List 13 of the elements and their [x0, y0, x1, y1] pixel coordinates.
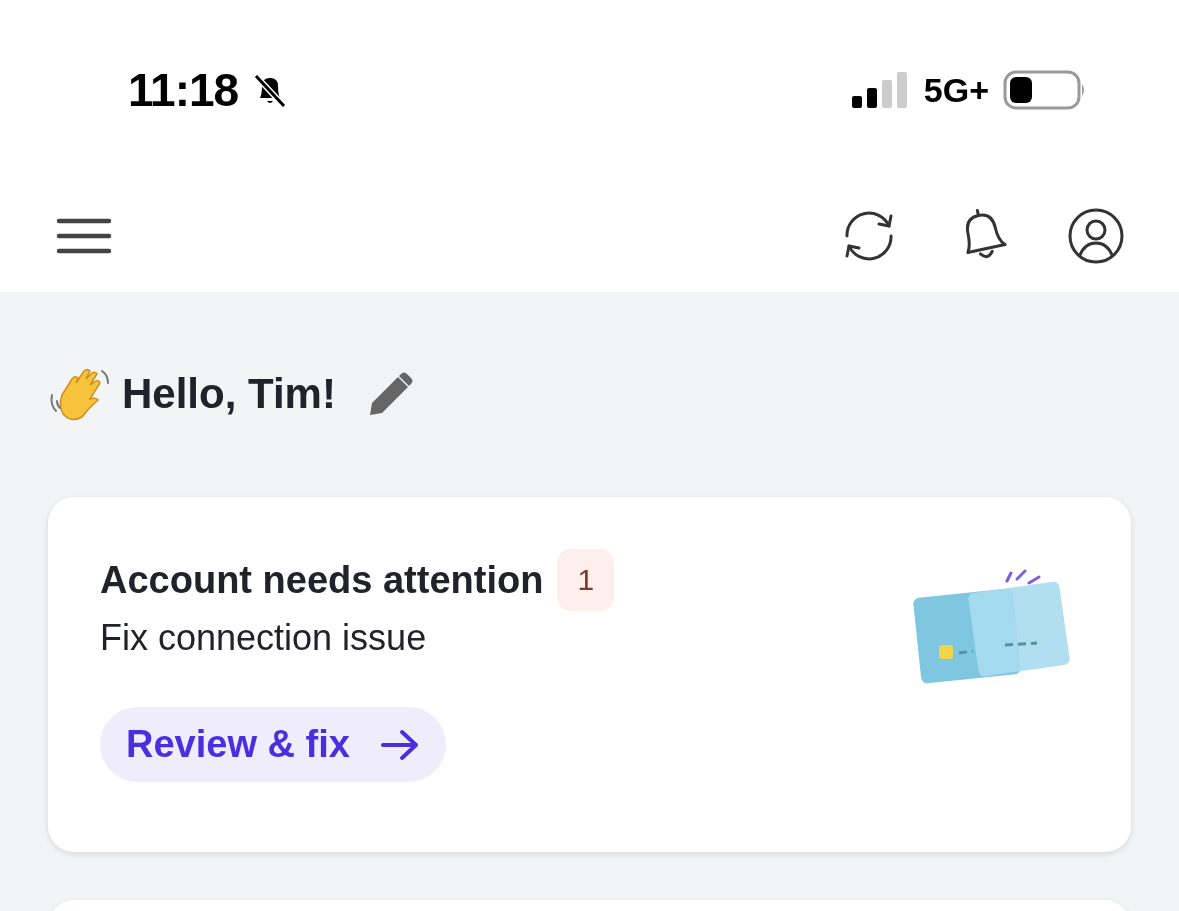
battery-icon — [1003, 70, 1087, 110]
status-time: 11:18 — [128, 63, 239, 117]
menu-icon[interactable] — [56, 217, 112, 255]
card-title: Account needs attention — [100, 558, 544, 602]
card-subtitle: Fix connection issue — [100, 617, 428, 659]
count-badge: 1 — [557, 549, 615, 611]
signal-icon — [851, 72, 910, 108]
review-fix-button[interactable]: Review & fix — [100, 707, 446, 782]
network-label: 5G+ — [923, 70, 989, 110]
profile-icon[interactable] — [1067, 207, 1125, 265]
pencil-icon[interactable] — [367, 371, 414, 417]
greeting-text: Hello, Tim! — [122, 370, 336, 418]
arrow-right-icon — [379, 728, 420, 761]
